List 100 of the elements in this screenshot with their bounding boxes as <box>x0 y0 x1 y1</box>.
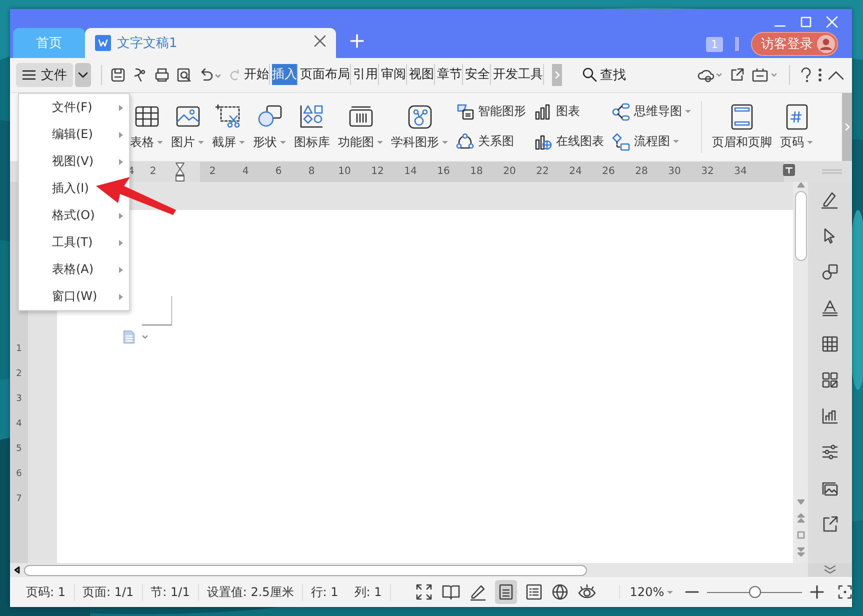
ribbon-button[interactable]: 图表 <box>534 102 604 121</box>
bar-chart-icon <box>534 102 552 121</box>
document-tab[interactable]: 文字文稿1 <box>85 28 336 58</box>
divider-icon <box>735 37 739 51</box>
status-field: 节: 1/1 <box>142 584 199 600</box>
ruler-number: 2 <box>16 368 22 381</box>
toolbox-icon[interactable] <box>751 66 779 83</box>
ribbon-button[interactable]: 页眉和页脚 <box>708 92 776 161</box>
split-handle-icon[interactable] <box>822 168 842 174</box>
scrollbar-thumb[interactable] <box>24 564 587 576</box>
menu-item[interactable]: 文件(F) <box>52 99 92 116</box>
print-icon[interactable] <box>154 66 170 83</box>
eye-protection-icon[interactable] <box>576 583 597 601</box>
ribbon-button[interactable]: 关系图 <box>456 132 526 151</box>
menu-icon <box>22 68 36 81</box>
menu-item[interactable]: 格式(O) <box>52 207 95 224</box>
chevron-down-icon[interactable] <box>824 565 836 575</box>
menu-item[interactable]: 视图(V) <box>52 153 94 170</box>
ribbon-button[interactable]: 图片 <box>167 92 208 161</box>
pen-icon[interactable] <box>468 583 487 601</box>
scrollbar-thumb[interactable] <box>794 190 806 261</box>
ribbon-button[interactable]: 流程图 <box>612 132 691 151</box>
globe-icon[interactable] <box>550 583 569 601</box>
status-field: 页面: 1/1 <box>74 584 143 600</box>
file-menu-button[interactable]: 文件 <box>16 62 73 87</box>
shapes-icon[interactable] <box>820 262 840 282</box>
scroll-left-icon[interactable] <box>14 566 20 574</box>
indent-marker-icon[interactable] <box>175 162 185 182</box>
ribbon-button[interactable]: 智能图形 <box>456 102 526 121</box>
menu-item[interactable]: 编辑(E) <box>52 126 93 143</box>
ribbon-button[interactable]: 功能图 <box>334 92 387 161</box>
ribbon-button[interactable]: 学科图形 <box>387 92 452 161</box>
book-icon[interactable] <box>440 583 461 601</box>
outline-icon[interactable] <box>524 583 543 601</box>
fit-screen-icon[interactable] <box>838 585 852 599</box>
ribbon-tab[interactable]: 开发工具 <box>493 64 544 86</box>
ruler-number: 7 <box>16 492 22 506</box>
plus-icon[interactable] <box>350 34 364 48</box>
help-icon[interactable] <box>800 66 812 83</box>
ruler-number: 16 <box>436 166 451 178</box>
share-icon[interactable] <box>729 66 745 83</box>
close-icon <box>314 35 326 47</box>
menu-item[interactable]: 窗口(W) <box>52 288 98 305</box>
ruler-number: 5 <box>16 442 22 456</box>
ruler-number: 2 <box>208 166 217 178</box>
save-icon[interactable] <box>110 66 126 83</box>
chevron-down-icon <box>78 72 88 78</box>
slider-thumb[interactable] <box>748 586 761 598</box>
search-button[interactable]: 查找 <box>582 66 626 84</box>
ribbon-tab[interactable]: 引用 <box>353 64 379 86</box>
ribbon-button[interactable]: 思维导图 <box>612 102 691 121</box>
molecule-icon <box>406 102 434 131</box>
ribbon-button[interactable]: 在线图表 <box>534 132 604 151</box>
more-icon[interactable] <box>818 66 822 83</box>
close-icon[interactable] <box>826 16 838 28</box>
page-view-button[interactable] <box>494 580 517 604</box>
file-dropdown-button[interactable] <box>75 62 91 87</box>
zoom-in-icon[interactable] <box>810 585 824 599</box>
ruler-toggle-icon[interactable] <box>783 164 795 176</box>
ribbon-button[interactable]: 表格 <box>126 92 167 161</box>
ribbon-tab[interactable]: 页面布局 <box>300 64 351 86</box>
ribbon-button[interactable]: 形状 <box>249 92 290 161</box>
collapse-icon[interactable] <box>828 70 844 80</box>
ruler-number: 32 <box>700 166 715 178</box>
print-preview-icon[interactable] <box>176 66 192 83</box>
maximize-icon[interactable] <box>800 16 812 28</box>
ribbon-button[interactable]: 图标库 <box>290 92 334 161</box>
menu-item[interactable]: 表格(A) <box>52 261 94 278</box>
search-icon <box>582 67 597 82</box>
fullscreen-icon[interactable] <box>414 583 433 601</box>
ribbon-tab[interactable]: 章节 <box>437 64 463 86</box>
table-icon[interactable] <box>820 334 840 354</box>
ribbon-tab[interactable]: 安全 <box>465 64 491 86</box>
ribbon-button[interactable]: 页码 <box>776 92 817 161</box>
highlighter-icon[interactable] <box>820 190 840 210</box>
status-field: 设置值: 2.5厘米 <box>198 584 303 600</box>
w-logo-icon <box>98 38 108 48</box>
chevron-right-icon <box>554 70 560 79</box>
ribbon-tab[interactable]: 视图 <box>409 64 435 86</box>
ruler-number: 4 <box>16 418 22 431</box>
smart-graphic-icon <box>456 102 474 121</box>
page-view-icon <box>498 583 514 601</box>
mind-map-icon <box>612 102 630 121</box>
ruler-number: 8 <box>307 166 316 178</box>
ruler-number: 6 <box>16 468 22 481</box>
ruler-number: 22 <box>535 166 550 178</box>
ruler-number: 10 <box>337 166 352 178</box>
status-field: 列: 1 <box>346 584 391 600</box>
bar-chart-icon[interactable] <box>820 406 840 426</box>
ribbon-tab[interactable]: 开始 <box>244 64 270 86</box>
zoom-dropdown[interactable]: 120% <box>618 585 674 599</box>
grid-icon[interactable] <box>820 370 840 390</box>
menu-item[interactable]: 工具(T) <box>52 234 93 251</box>
text-effect-icon[interactable] <box>820 298 840 318</box>
ruler-number: 18 <box>469 166 484 178</box>
ribbon-tab[interactable]: 插入 <box>272 64 298 86</box>
menu-item[interactable]: 插入(I) <box>52 180 89 197</box>
ribbon-button[interactable]: 截屏 <box>208 92 249 161</box>
ruler-number: 2 <box>148 166 158 178</box>
ribbon-tab[interactable]: 审阅 <box>381 64 407 86</box>
